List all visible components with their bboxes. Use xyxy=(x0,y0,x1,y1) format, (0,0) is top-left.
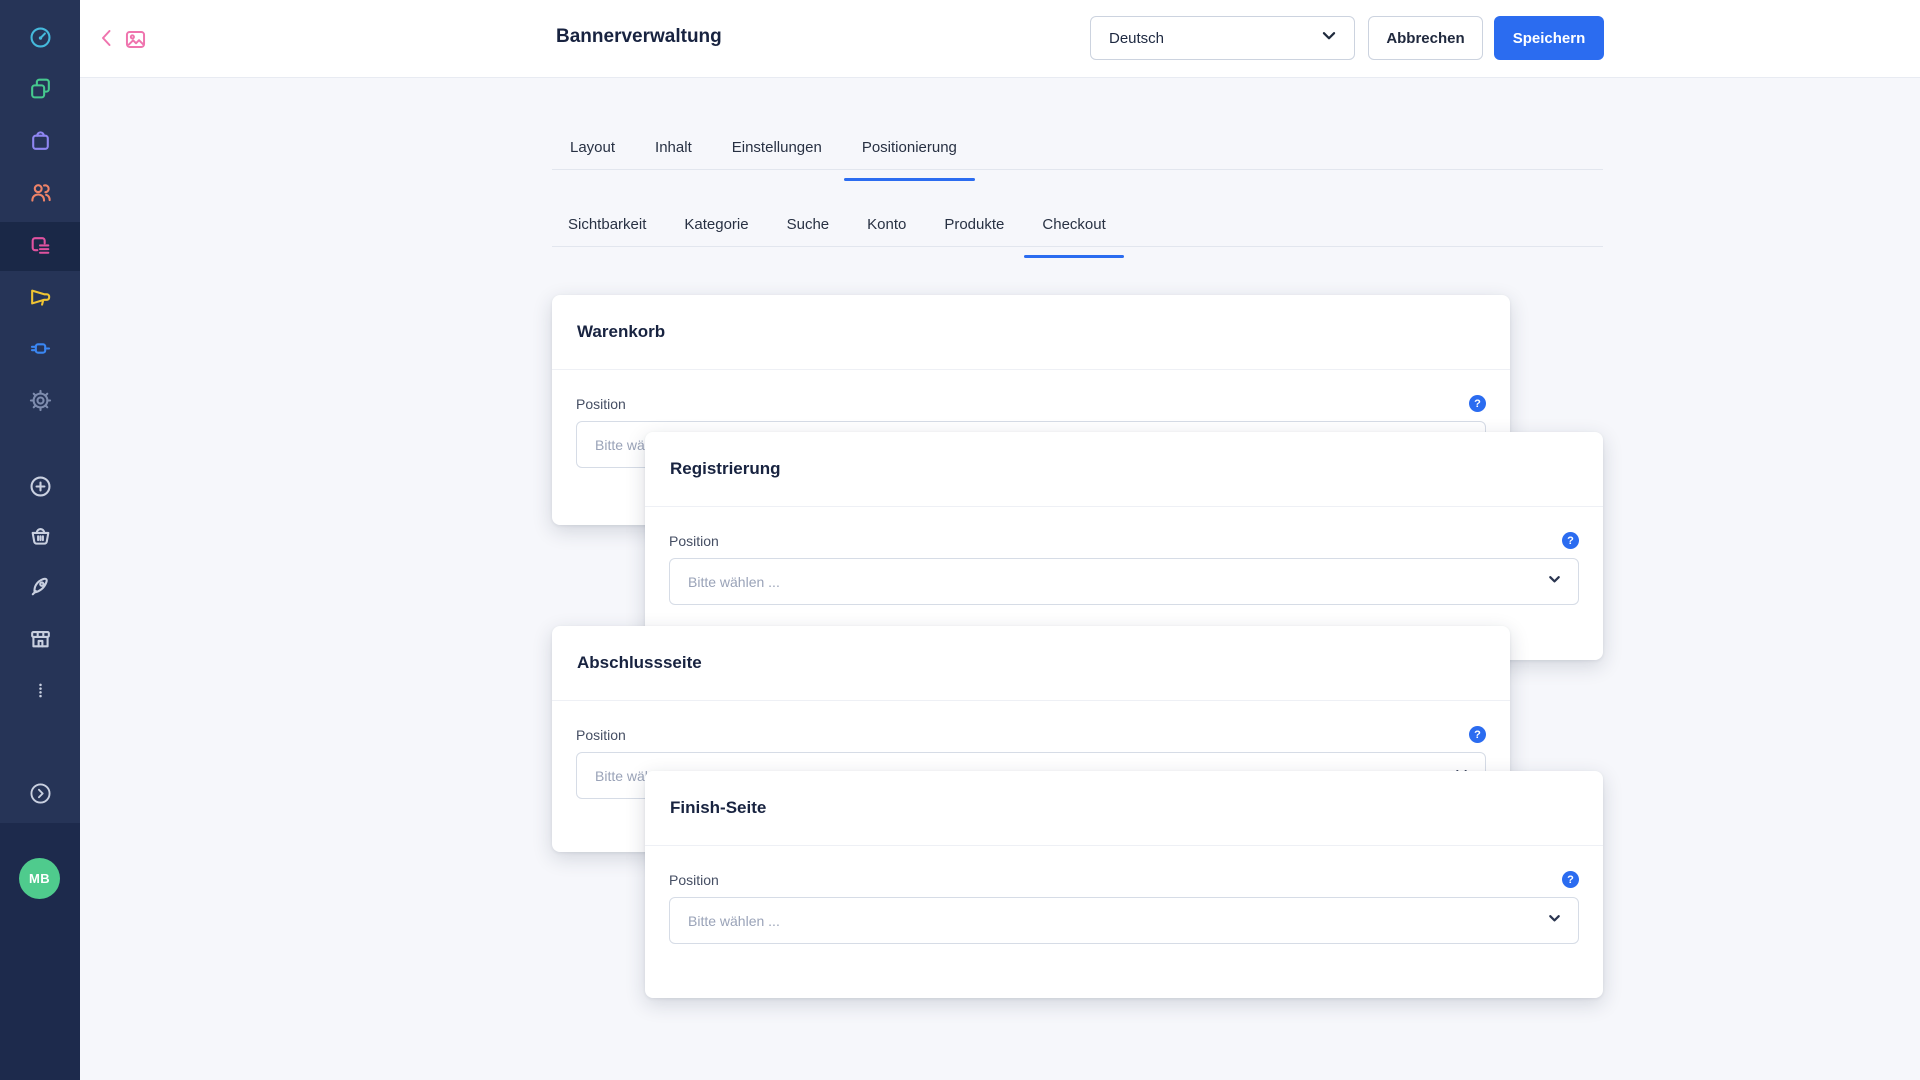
smart-bar: Bannerverwaltung Deutsch Abbrechen Speic… xyxy=(80,0,1920,78)
sidebar-item-marketing[interactable] xyxy=(0,273,80,321)
storefront-icon xyxy=(28,626,53,651)
rocket-icon xyxy=(28,574,53,599)
basket-icon xyxy=(28,523,53,548)
card-body: Position ? Bitte wählen ... xyxy=(645,507,1603,605)
sidebar-item-dashboard[interactable] xyxy=(0,13,80,61)
plus-circle-icon xyxy=(28,474,53,499)
sidebar: MB xyxy=(0,0,80,1080)
chevron-down-icon xyxy=(1547,911,1562,931)
secondary-tabs: Sichtbarkeit Kategorie Suche Konto Produ… xyxy=(552,210,1603,258)
card-body: Position ? Bitte wählen ... xyxy=(645,846,1603,944)
tab-positionierung[interactable]: Positionierung xyxy=(843,138,975,181)
card-title: Registrierung xyxy=(670,459,781,478)
sidebar-item-content[interactable] xyxy=(0,222,80,271)
image-module-icon xyxy=(122,26,148,52)
tab-produkte[interactable]: Produkte xyxy=(944,215,1004,246)
card-header: Abschlussseite xyxy=(552,626,1510,701)
card-title: Warenkorb xyxy=(577,322,666,341)
card-title: Abschlussseite xyxy=(577,653,702,672)
page-title: Bannerverwaltung xyxy=(556,26,722,47)
select-placeholder: Bitte wählen ... xyxy=(688,573,780,590)
position-select[interactable]: Bitte wählen ... xyxy=(669,558,1579,605)
help-badge[interactable]: ? xyxy=(1562,871,1579,888)
dashboard-icon xyxy=(28,25,53,50)
sidebar-item-customers[interactable] xyxy=(0,168,80,216)
position-label: Position xyxy=(576,395,626,412)
shopping-bag-icon xyxy=(28,128,53,153)
position-select[interactable]: Bitte wählen ... xyxy=(669,897,1579,944)
position-label: Position xyxy=(669,871,719,888)
back-button[interactable] xyxy=(94,25,120,53)
tab-layout[interactable]: Layout xyxy=(570,138,615,169)
content-pages-icon xyxy=(28,234,53,259)
tab-kategorie[interactable]: Kategorie xyxy=(684,215,748,246)
tab-einstellungen[interactable]: Einstellungen xyxy=(732,138,822,169)
cancel-button[interactable]: Abbrechen xyxy=(1368,16,1483,60)
sidebar-item-rocket[interactable] xyxy=(0,562,80,610)
sidebar-item-copy[interactable] xyxy=(0,64,80,112)
chevron-down-icon xyxy=(1320,27,1338,50)
sidebar-item-extensions[interactable] xyxy=(0,324,80,372)
chevron-down-icon xyxy=(1547,572,1562,592)
language-select-value: Deutsch xyxy=(1109,29,1165,47)
sidebar-expand-button[interactable] xyxy=(0,769,80,817)
tab-konto[interactable]: Konto xyxy=(867,215,906,246)
chevron-left-icon xyxy=(95,25,119,54)
language-select[interactable]: Deutsch xyxy=(1090,16,1355,60)
sidebar-item-basket[interactable] xyxy=(0,511,80,559)
position-label: Position xyxy=(576,726,626,743)
users-icon xyxy=(28,180,53,205)
card-finish-seite: Finish-Seite Position ? Bitte wählen ... xyxy=(645,771,1603,998)
gear-icon xyxy=(28,388,53,413)
chevron-right-circle-icon xyxy=(28,781,53,806)
sidebar-item-shop[interactable] xyxy=(0,116,80,164)
card-header: Warenkorb xyxy=(552,295,1510,370)
card-title: Finish-Seite xyxy=(670,798,767,817)
sidebar-item-store[interactable] xyxy=(0,614,80,662)
sidebar-item-settings[interactable] xyxy=(0,376,80,424)
tab-inhalt[interactable]: Inhalt xyxy=(655,138,692,169)
app-screen: MB Bannerverwaltung Deutsch Abbrechen Sp… xyxy=(0,0,1920,1080)
tab-sichtbarkeit[interactable]: Sichtbarkeit xyxy=(568,215,646,246)
help-badge[interactable]: ? xyxy=(1562,532,1579,549)
tab-checkout[interactable]: Checkout xyxy=(1024,215,1125,258)
card-header: Registrierung xyxy=(645,432,1603,507)
position-label: Position xyxy=(669,532,719,549)
sidebar-item-more[interactable] xyxy=(0,666,80,714)
user-avatar[interactable]: MB xyxy=(19,858,60,899)
kebab-menu-icon xyxy=(28,678,53,703)
primary-tabs: Layout Inhalt Einstellungen Positionieru… xyxy=(552,133,1603,181)
save-button[interactable]: Speichern xyxy=(1494,16,1604,60)
megaphone-icon xyxy=(28,285,53,310)
sidebar-item-add[interactable] xyxy=(0,462,80,510)
copy-icon xyxy=(28,76,53,101)
help-badge[interactable]: ? xyxy=(1469,726,1486,743)
card-header: Finish-Seite xyxy=(645,771,1603,846)
plug-icon xyxy=(28,336,53,361)
tab-suche[interactable]: Suche xyxy=(787,215,830,246)
select-placeholder: Bitte wählen ... xyxy=(688,912,780,929)
help-badge[interactable]: ? xyxy=(1469,395,1486,412)
